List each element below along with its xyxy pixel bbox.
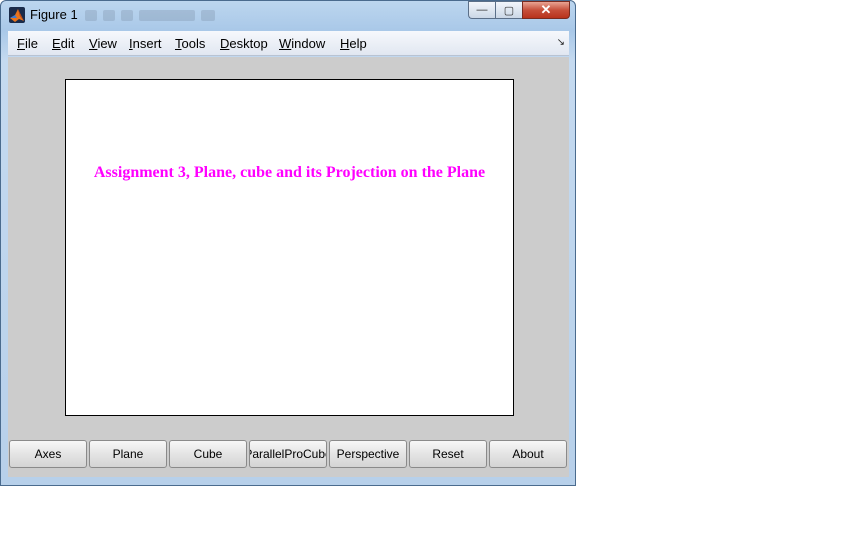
dock-arrow-icon[interactable]: ↘ [557,37,565,48]
menu-view[interactable]: View [89,36,117,51]
close-button[interactable]: ✕ [522,1,570,19]
menu-edit[interactable]: Edit [52,36,74,51]
menu-window[interactable]: Window [279,36,325,51]
menu-bar: File Edit View Insert Tools Desktop Wind… [8,31,569,56]
parallel-pro-cube-button[interactable]: ParallelProCube [249,440,327,468]
button-row: Axes Plane Cube ParallelProCube Perspect… [9,440,567,468]
cube-button[interactable]: Cube [169,440,247,468]
window-title: Figure 1 [30,7,78,22]
maximize-button[interactable]: ▢ [495,1,522,19]
faded-toolbar-ghost [85,7,215,23]
menu-desktop[interactable]: Desktop [220,36,268,51]
perspective-button[interactable]: Perspective [329,440,407,468]
menu-file[interactable]: File [17,36,38,51]
axes-button[interactable]: Axes [9,440,87,468]
axes-title: Assignment 3, Plane, cube and its Projec… [93,164,486,181]
figure-client-area: Assignment 3, Plane, cube and its Projec… [8,57,569,477]
minimize-icon: — [476,4,488,16]
figure-window: Figure 1 — ▢ ✕ File Edit View Insert Too… [0,0,576,486]
close-icon: ✕ [540,2,552,17]
menu-tools[interactable]: Tools [175,36,205,51]
about-button[interactable]: About [489,440,567,468]
minimize-button[interactable]: — [468,1,495,19]
plot-axes[interactable]: Assignment 3, Plane, cube and its Projec… [65,79,514,416]
title-bar[interactable]: Figure 1 — ▢ ✕ [1,1,575,31]
window-controls: — ▢ ✕ [468,1,570,19]
plane-button[interactable]: Plane [89,440,167,468]
reset-button[interactable]: Reset [409,440,487,468]
menu-help[interactable]: Help [340,36,367,51]
matlab-logo-icon [9,7,25,23]
maximize-icon: ▢ [503,4,515,17]
menu-insert[interactable]: Insert [129,36,162,51]
